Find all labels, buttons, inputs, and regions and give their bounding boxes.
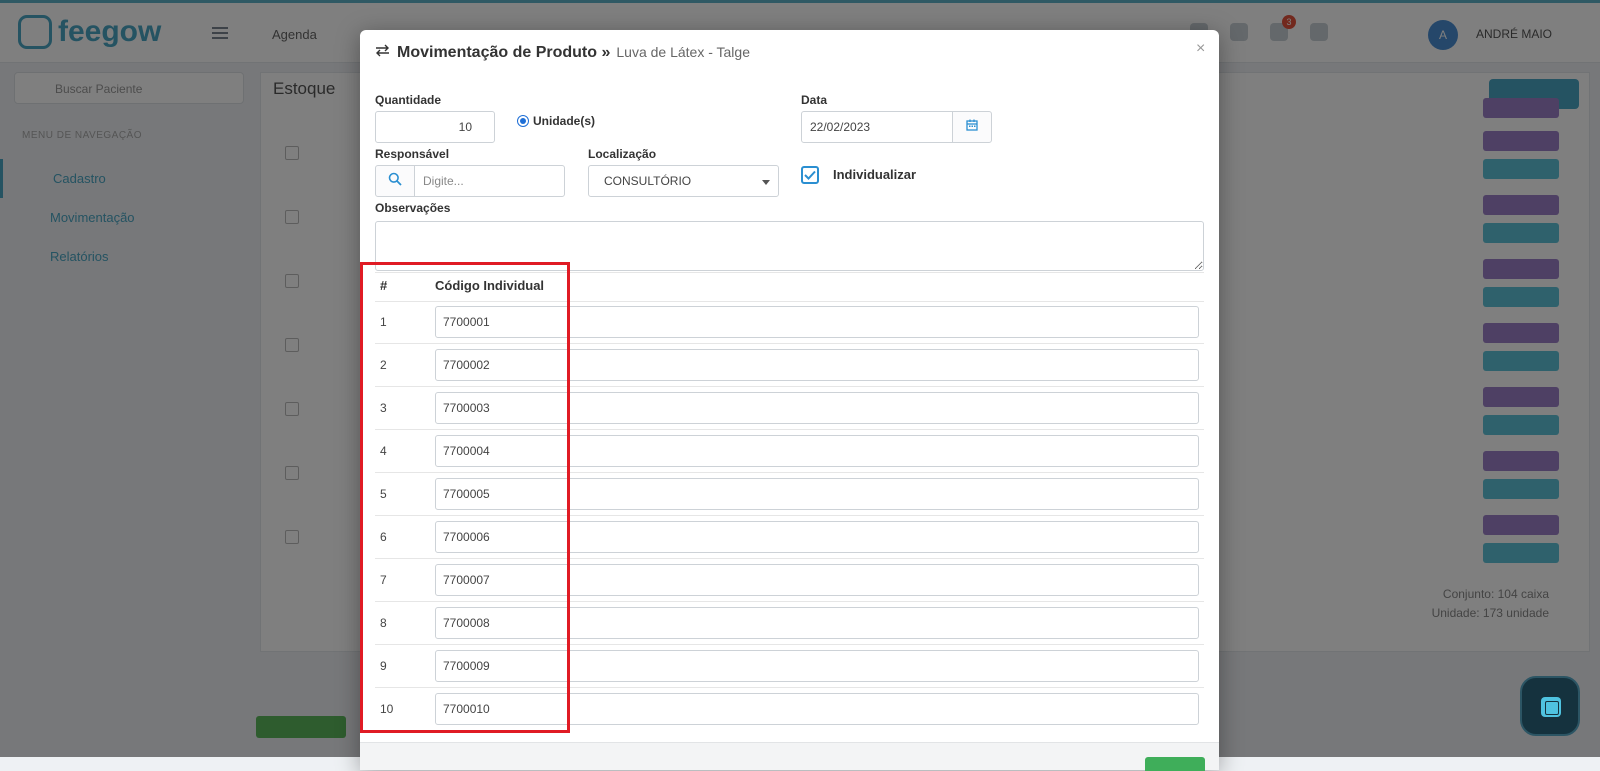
individual-code-input[interactable]: 7700005 bbox=[435, 478, 1199, 510]
individualize-checkbox[interactable] bbox=[801, 166, 819, 184]
individual-code-input[interactable]: 7700008 bbox=[435, 607, 1199, 639]
responsible-label: Responsável bbox=[375, 147, 450, 161]
individual-code-input[interactable]: 7700004 bbox=[435, 435, 1199, 467]
table-row-divider bbox=[375, 644, 1204, 645]
table-row-divider bbox=[375, 343, 1204, 344]
individual-code-input[interactable]: 7700003 bbox=[435, 392, 1199, 424]
unit-radio-label: Unidade(s) bbox=[533, 114, 596, 128]
individual-code-input[interactable]: 7700006 bbox=[435, 521, 1199, 553]
location-select[interactable]: CONSULTÓRIO bbox=[588, 165, 779, 197]
individual-code-input[interactable]: 7700010 bbox=[435, 693, 1199, 725]
individual-code-input[interactable]: 7700007 bbox=[435, 564, 1199, 596]
individual-code-input[interactable]: 7700001 bbox=[435, 306, 1199, 338]
search-icon bbox=[388, 172, 402, 191]
table-row-divider bbox=[375, 386, 1204, 387]
table-row-divider bbox=[375, 515, 1204, 516]
help-chat-button[interactable] bbox=[1520, 676, 1580, 736]
modal-subtitle: Luva de Látex - Talge bbox=[616, 44, 750, 60]
modal-title: Movimentação de Produto » Luva de Látex … bbox=[374, 44, 750, 62]
modal-footer bbox=[360, 742, 1219, 771]
notes-label: Observações bbox=[375, 201, 451, 215]
row-number: 4 bbox=[380, 444, 387, 458]
unit-radio[interactable] bbox=[517, 115, 529, 127]
row-number: 3 bbox=[380, 401, 387, 415]
table-row-divider bbox=[375, 558, 1204, 559]
date-input[interactable]: 22/02/2023 bbox=[801, 111, 953, 143]
close-icon[interactable]: × bbox=[1196, 40, 1205, 58]
individual-code-input[interactable]: 7700002 bbox=[435, 349, 1199, 381]
row-number: 10 bbox=[380, 702, 394, 716]
table-row-divider bbox=[375, 429, 1204, 430]
calendar-button[interactable] bbox=[952, 111, 992, 143]
chevron-down-icon bbox=[762, 180, 770, 185]
column-header-code: Código Individual bbox=[435, 278, 545, 293]
product-movement-modal: Movimentação de Produto » Luva de Látex … bbox=[360, 30, 1219, 771]
responsible-search-button[interactable] bbox=[375, 165, 415, 197]
quantity-input[interactable]: 10 bbox=[375, 111, 495, 143]
notes-textarea[interactable] bbox=[375, 221, 1204, 271]
table-row-divider bbox=[375, 601, 1204, 602]
individual-code-input[interactable]: 7700009 bbox=[435, 650, 1199, 682]
table-row-divider bbox=[375, 472, 1204, 473]
chat-widget-icon bbox=[1541, 697, 1561, 717]
date-label: Data bbox=[801, 93, 828, 107]
location-selected-value: CONSULTÓRIO bbox=[604, 174, 692, 188]
modal-title-text: Movimentação de Produto » bbox=[397, 44, 611, 61]
row-number: 5 bbox=[380, 487, 387, 501]
location-label: Localização bbox=[588, 147, 657, 161]
save-button[interactable] bbox=[1145, 757, 1205, 771]
row-number: 9 bbox=[380, 659, 387, 673]
row-number: 1 bbox=[380, 315, 387, 329]
quantity-label: Quantidade bbox=[375, 93, 442, 107]
row-number: 2 bbox=[380, 358, 387, 372]
row-number: 8 bbox=[380, 616, 387, 630]
calendar-icon bbox=[966, 118, 978, 136]
row-number: 6 bbox=[380, 530, 387, 544]
individualize-label[interactable]: Individualizar bbox=[833, 167, 916, 182]
row-number: 7 bbox=[380, 573, 387, 587]
responsible-input[interactable]: Digite... bbox=[414, 165, 565, 197]
unit-radio-option[interactable]: Unidade(s) bbox=[517, 114, 595, 128]
transfer-icon bbox=[374, 44, 391, 61]
column-header-number: # bbox=[380, 278, 388, 293]
table-divider bbox=[375, 272, 1204, 273]
table-row-divider bbox=[375, 687, 1204, 688]
table-divider bbox=[375, 301, 1204, 302]
